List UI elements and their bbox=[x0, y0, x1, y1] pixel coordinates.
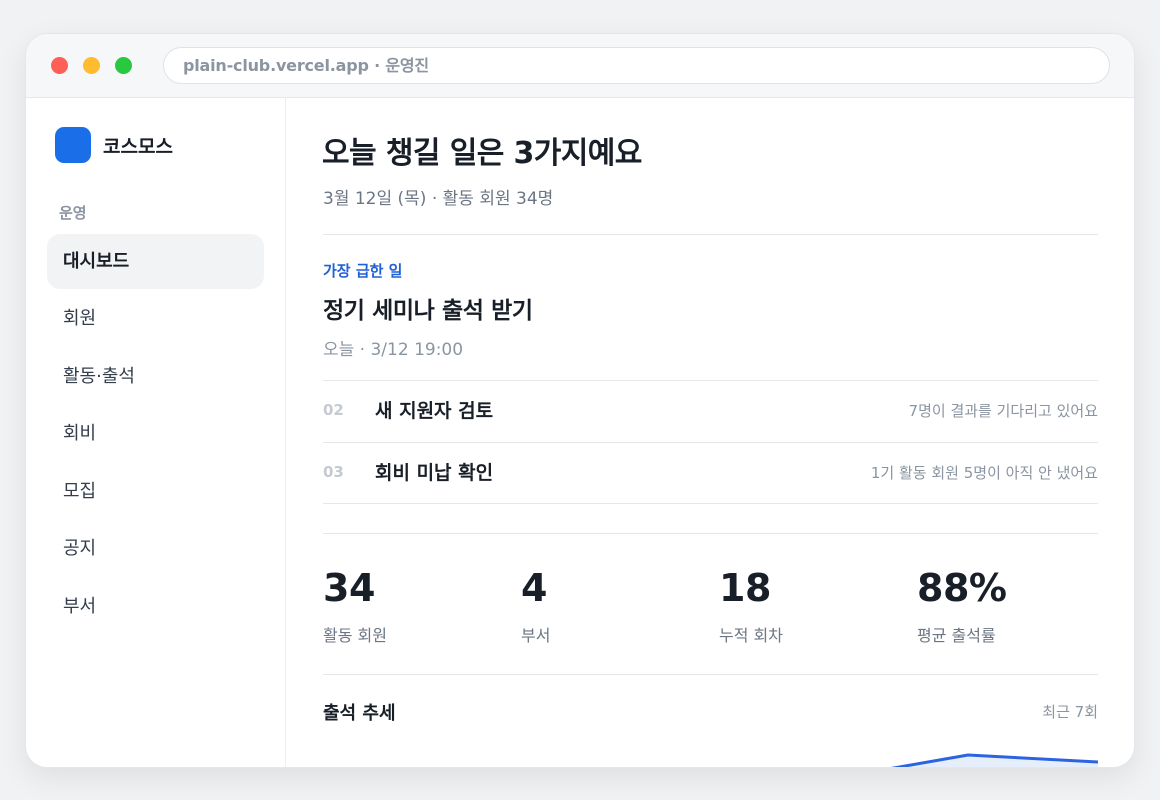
main-content: 오늘 챙길 일은 3가지예요 3월 12일 (목) · 활동 회원 34명 가장… bbox=[287, 98, 1134, 767]
task-title: 회비 미납 확인 bbox=[375, 462, 494, 484]
trend-title: 출석 추세 bbox=[323, 703, 396, 724]
sidebar-item-members[interactable]: 회원 bbox=[47, 291, 264, 346]
stat-departments: 4 부서 bbox=[521, 566, 550, 646]
attendance-trend-sparkline bbox=[890, 753, 1098, 767]
sidebar: 코스모스 운영 대시보드 회원 활동·출석 회비 모집 공지 부서 bbox=[26, 98, 286, 767]
divider bbox=[323, 533, 1098, 534]
stat-label: 평균 출석률 bbox=[917, 626, 996, 645]
minimize-window-button[interactable] bbox=[83, 57, 100, 74]
close-window-button[interactable] bbox=[51, 57, 68, 74]
stat-value: 34 bbox=[323, 566, 375, 610]
brand[interactable]: 코스모스 bbox=[55, 127, 173, 163]
sidebar-item-activity-attendance[interactable]: 활동·출석 bbox=[47, 349, 264, 404]
page-title: 오늘 챙길 일은 3가지예요 bbox=[322, 136, 642, 171]
stat-value: 88% bbox=[917, 566, 1007, 610]
club-logo-icon bbox=[55, 127, 91, 163]
sidebar-item-dues[interactable]: 회비 bbox=[47, 406, 264, 461]
divider bbox=[323, 234, 1098, 235]
stat-active-members: 34 활동 회원 bbox=[323, 566, 387, 646]
urgent-label: 가장 급한 일 bbox=[323, 262, 403, 280]
task-description: 1기 활동 회원 5명이 아직 안 냈어요 bbox=[870, 464, 1098, 482]
task-description: 7명이 결과를 기다리고 있어요 bbox=[908, 402, 1098, 420]
task-number: 02 bbox=[323, 401, 344, 419]
sidebar-item-dashboard[interactable]: 대시보드 bbox=[47, 234, 264, 289]
stat-label: 누적 회차 bbox=[719, 626, 783, 645]
title-bar: plain-club.vercel.app · 운영진 bbox=[26, 34, 1134, 98]
browser-window: plain-club.vercel.app · 운영진 코스모스 운영 대시보드… bbox=[25, 33, 1135, 768]
sidebar-item-notices[interactable]: 공지 bbox=[47, 521, 264, 576]
nav-section-label: 운영 bbox=[59, 204, 87, 222]
divider bbox=[323, 674, 1098, 675]
stat-label: 활동 회원 bbox=[323, 626, 387, 645]
urgent-task-title[interactable]: 정기 세미나 출석 받기 bbox=[323, 291, 533, 325]
task-title: 새 지원자 검토 bbox=[375, 400, 494, 422]
divider bbox=[323, 503, 1098, 504]
stat-value: 4 bbox=[521, 566, 547, 610]
task-number: 03 bbox=[323, 463, 344, 481]
urgent-task-meta: 오늘 · 3/12 19:00 bbox=[323, 340, 464, 360]
task-item[interactable]: 02 새 지원자 검토 7명이 결과를 기다리고 있어요 bbox=[323, 381, 1098, 441]
stat-attendance-rate: 88% 평균 출석률 bbox=[917, 566, 1007, 646]
maximize-window-button[interactable] bbox=[115, 57, 132, 74]
sidebar-item-departments[interactable]: 부서 bbox=[47, 579, 264, 634]
club-name: 코스모스 bbox=[103, 135, 173, 158]
page-subtitle: 3월 12일 (목) · 활동 회원 34명 bbox=[323, 189, 554, 209]
task-item[interactable]: 03 회비 미납 확인 1기 활동 회원 5명이 아직 안 냈어요 bbox=[323, 443, 1098, 503]
trend-range[interactable]: 최근 7회 bbox=[1042, 701, 1098, 722]
stat-value: 18 bbox=[719, 566, 771, 610]
stat-total-sessions: 18 누적 회차 bbox=[719, 566, 783, 646]
address-bar[interactable]: plain-club.vercel.app · 운영진 bbox=[163, 47, 1110, 84]
sidebar-item-recruiting[interactable]: 모집 bbox=[47, 464, 264, 519]
stat-label: 부서 bbox=[521, 626, 551, 645]
